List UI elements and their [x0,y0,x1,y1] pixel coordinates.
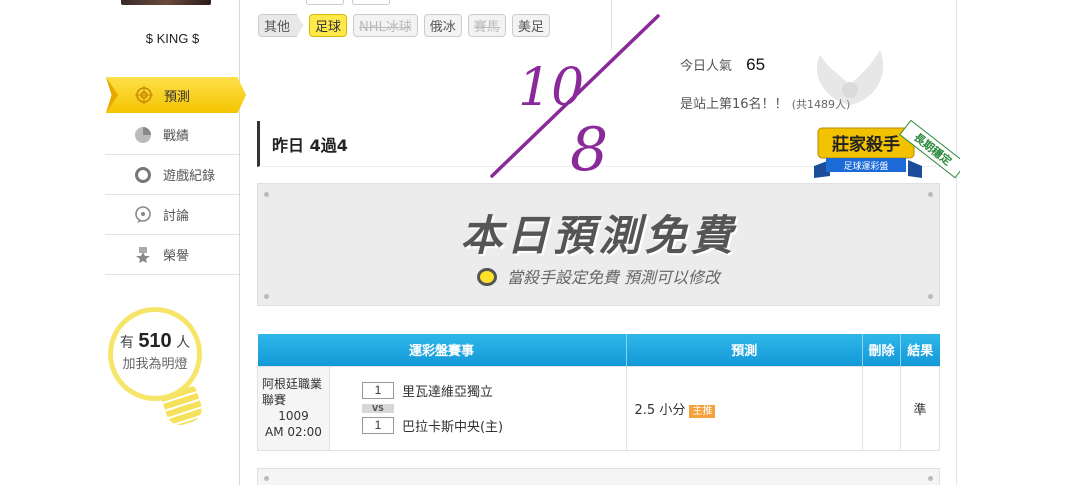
follower-number: 510 [138,330,172,352]
free-subtitle: 當殺手設定免費 預測可以修改 [506,268,721,287]
result-cell: 準 [900,365,940,451]
sidebar-item-prediction[interactable]: 預測 [106,77,246,113]
follow-text: 加我為明燈 [122,357,188,372]
team-number: 1 [361,382,394,399]
discussion-icon [133,205,153,225]
page: $ KING $ 預測 戰績 遊戲紀錄 討論 榮譽 有 510 人 加我為明燈 … [0,0,1080,485]
filter-american-football[interactable]: 美足 [511,14,550,37]
badge-title: 莊家殺手 [832,134,900,155]
vs-icon: VS [361,403,394,413]
follower-prefix: 有 [119,335,134,351]
team-row: 1 里瓦達維亞獨立 [361,378,626,404]
table-row: 阿根廷職業聯賽 1009 AM 02:00 1 里瓦達維亞獨立 VS 1 巴拉卡… [257,365,940,451]
target-icon [134,85,154,105]
match-cell: 1 里瓦達維亞獨立 VS 1 巴拉卡斯中央(主) [328,365,627,451]
medal-icon [133,245,153,265]
annotation-top: 10 [518,58,584,118]
follower-suffix: 人 [176,335,191,351]
match-time: AM 02:00 [264,425,322,439]
header-delete: 刪除 [862,334,902,366]
sidebar-item-label: 榮譽 [163,249,190,264]
sidebar-item-record[interactable]: 戰績 [105,115,239,155]
filter-soccer[interactable]: 足球 [309,14,348,37]
top-tab-stub [352,0,390,5]
sidebar-item-label: 遊戲紀錄 [163,169,216,184]
team-name[interactable]: 巴拉卡斯中央(主) [402,416,503,435]
divider [611,0,612,50]
sidebar-item-label: 預測 [164,89,191,105]
corner-dot [928,476,933,481]
corner-dot [264,192,269,197]
right-column-border [956,0,957,485]
corner-dot [264,476,269,481]
popularity-value: 65 [746,55,766,74]
sidebar-item-label: 戰績 [163,129,190,144]
main-pick-badge: 主推 [689,404,716,418]
sidebar-item-honor[interactable]: 榮譽 [105,235,239,275]
sport-filters: 其他 足球 NHL冰球 俄冰 賽馬 美足 [258,14,550,37]
header-prediction: 預測 [626,334,864,366]
follow-bulb[interactable]: 有 510 人 加我為明燈 [108,307,202,401]
table-header-row: 運彩盤賽事 預測 刪除 結果 [257,334,940,366]
follower-count: 有 510 人 [113,330,197,353]
filter-russian-hockey[interactable]: 俄冰 [423,14,462,37]
top-tab-stub [306,0,344,5]
header-result: 結果 [900,334,940,366]
ring-icon [133,165,153,185]
wings-watermark-icon [816,50,884,105]
match-code: 1009 [278,409,309,423]
team-name[interactable]: 里瓦達維亞獨立 [402,381,493,400]
sidebar-item-history[interactable]: 遊戲紀錄 [105,155,239,195]
badge-subtitle: 足球運彩盤 [843,160,888,172]
corner-dot [264,294,269,299]
left-column-border [239,0,240,485]
header-event: 運彩盤賽事 [257,334,627,366]
corner-dot [928,192,933,197]
free-subtitle-row: 當殺手設定免費 預測可以修改 [258,264,939,288]
prediction-value: 2.5 小分 [634,402,686,418]
sidebar-item-discussion[interactable]: 討論 [105,195,239,235]
avatar[interactable] [121,0,211,5]
team-number: 1 [361,417,394,434]
filter-nhl: NHL冰球 [353,14,418,37]
popularity: 今日人氣 65 [680,55,765,75]
league-name: 阿根廷職業聯賽 [262,377,323,407]
chart-icon [133,125,153,145]
lamp-icon [476,268,497,286]
team-row: 1 巴拉卡斯中央(主) [361,413,626,439]
free-title: 本日預測免費 [460,211,737,260]
popularity-label: 今日人氣 [680,59,733,74]
filter-horse-racing: 賽馬 [467,14,506,37]
delete-cell [862,365,902,451]
filter-other[interactable]: 其他 [258,14,304,37]
free-prediction-banner: 本日預測免費 當殺手設定免費 預測可以修改 [257,183,940,306]
next-panel [257,468,940,485]
sidebar-item-label: 討論 [163,209,190,224]
prediction-cell: 2.5 小分 主推 [625,365,864,451]
username: $ KING $ [145,31,200,46]
league-cell: 阿根廷職業聯賽 1009 AM 02:00 [257,365,330,451]
prediction-table: 運彩盤賽事 預測 刪除 結果 阿根廷職業聯賽 1009 AM 02:00 1 里… [257,334,940,451]
rank-text: 是站上第16名！！ [680,97,788,112]
corner-dot [928,294,933,299]
